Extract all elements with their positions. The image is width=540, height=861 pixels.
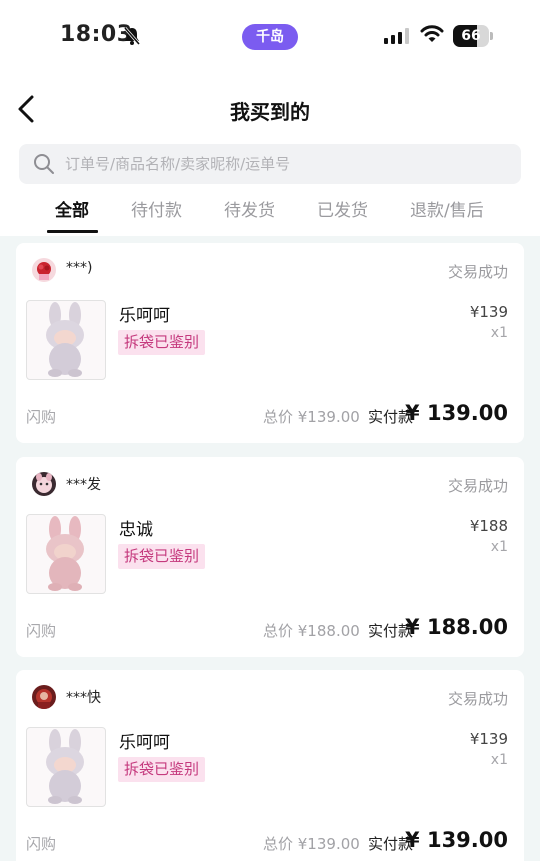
page-header: 我买到的 全部 待付款 待发货 已发货 退款/售后 — [0, 72, 540, 236]
seller-avatar — [32, 472, 56, 496]
paid-amount: ¥ 139.00 — [405, 401, 508, 425]
seller-name: ***快 — [66, 690, 101, 706]
quantity: x1 — [490, 752, 508, 768]
product-name[interactable]: 忠诚 — [119, 515, 153, 540]
order-status: 交易成功 — [447, 477, 508, 495]
product-thumbnail[interactable] — [26, 727, 106, 807]
order-channel: 闪购 — [26, 408, 57, 426]
unit-price: ¥139 — [469, 303, 508, 321]
order-card[interactable]: ***发 交易成功 忠诚 拆袋已鉴别 ¥188 x1 闪购 总价 ¥188.00… — [16, 457, 524, 657]
tab-all[interactable]: 全部 — [55, 196, 89, 221]
paid-amount: ¥ 139.00 — [405, 828, 508, 852]
order-card[interactable]: ***快 交易成功 乐呵呵 拆袋已鉴别 ¥139 x1 闪购 总价 ¥139.0… — [16, 670, 524, 861]
wifi-icon — [420, 24, 444, 44]
total-price: 总价 ¥139.00 — [263, 408, 360, 426]
tab-pending-shipment[interactable]: 待发货 — [224, 196, 275, 221]
bell-muted-icon — [122, 26, 142, 46]
paid-amount: ¥ 188.00 — [405, 615, 508, 639]
seller-avatar — [32, 258, 56, 282]
cellular-signal-icon — [384, 27, 412, 45]
authenticated-badge: 拆袋已鉴别 — [118, 757, 206, 782]
active-tab-indicator — [47, 230, 98, 233]
search-input[interactable] — [65, 144, 505, 184]
product-name[interactable]: 乐呵呵 — [119, 301, 170, 326]
authenticated-badge: 拆袋已鉴别 — [118, 330, 206, 355]
total-price: 总价 ¥139.00 — [263, 835, 360, 853]
product-name[interactable]: 乐呵呵 — [119, 728, 170, 753]
battery-icon: 66 — [453, 25, 493, 47]
tab-shipped[interactable]: 已发货 — [317, 196, 368, 221]
tab-refund-aftersale[interactable]: 退款/售后 — [410, 196, 484, 221]
order-status: 交易成功 — [447, 263, 508, 281]
product-thumbnail[interactable] — [26, 514, 106, 594]
unit-price: ¥188 — [469, 517, 508, 535]
seller-name: ***发 — [66, 477, 101, 493]
search-bar[interactable] — [19, 144, 521, 184]
order-status: 交易成功 — [447, 690, 508, 708]
product-thumbnail[interactable] — [26, 300, 106, 380]
total-price: 总价 ¥188.00 — [263, 622, 360, 640]
seller-avatar — [32, 685, 56, 709]
unit-price: ¥139 — [469, 730, 508, 748]
app-pill: 千岛 — [242, 24, 298, 50]
order-tabs: 全部 待付款 待发货 已发货 退款/售后 — [0, 192, 540, 236]
seller-name: ***) — [66, 260, 93, 276]
order-channel: 闪购 — [26, 835, 57, 853]
authenticated-badge: 拆袋已鉴别 — [118, 544, 206, 569]
battery-percent: 66 — [461, 28, 481, 44]
tab-pending-payment[interactable]: 待付款 — [131, 196, 182, 221]
page-title: 我买到的 — [230, 100, 310, 124]
order-channel: 闪购 — [26, 622, 57, 640]
search-icon — [34, 154, 54, 174]
status-bar: 18:03 千岛 66 — [0, 0, 540, 72]
quantity: x1 — [490, 325, 508, 341]
order-card[interactable]: ***) 交易成功 乐呵呵 拆袋已鉴别 ¥139 x1 闪购 总价 ¥139.0… — [16, 243, 524, 443]
quantity: x1 — [490, 539, 508, 555]
